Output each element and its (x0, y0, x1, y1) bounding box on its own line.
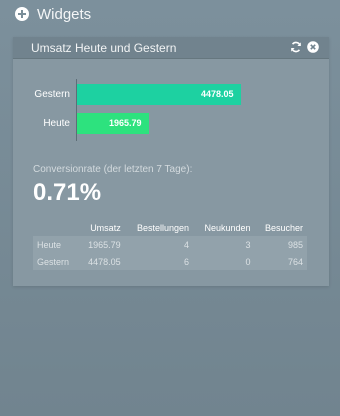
table-cell: 4 (124, 236, 194, 253)
table-header-umsatz: Umsatz (90, 223, 121, 233)
top-bar: Widgets (0, 0, 340, 30)
close-icon[interactable] (307, 41, 319, 53)
table-cell: 1965.79 (78, 236, 125, 253)
table-cell: 985 (254, 236, 307, 253)
table-cell: 764 (254, 253, 307, 270)
bar-label-heute: Heute (43, 118, 70, 129)
table-cell: 3 (193, 236, 255, 253)
table-cell: 4478.05 (78, 253, 125, 270)
bar-value-gestern: 4478.05 (201, 89, 234, 99)
table-row: Heute 1965.79 4 3 985 (33, 236, 307, 253)
table-cell: 0 (193, 253, 255, 270)
table-header-neukunden: Neukunden (204, 223, 251, 233)
refresh-icon[interactable] (290, 41, 302, 53)
widget-header[interactable]: Umsatz Heute und Gestern (13, 37, 329, 59)
conversion-value: 0.71% (33, 179, 102, 206)
plus-circle-icon[interactable] (15, 7, 29, 21)
table-header-bestellungen: Bestellungen (137, 223, 190, 233)
sales-widget: Umsatz Heute und Gestern Gestern Heute 4… (13, 37, 329, 286)
table-cell: 6 (124, 253, 194, 270)
table-cell: Heute (33, 236, 79, 253)
bar-label-gestern: Gestern (34, 89, 70, 100)
table-header-row: Umsatz Bestellungen Neukunden Besucher (33, 220, 307, 236)
widget-title: Umsatz Heute und Gestern (31, 41, 177, 55)
bar-value-heute: 1965.79 (109, 118, 142, 128)
conversion-label: Conversionrate (der letzten 7 Tage): (33, 164, 193, 175)
table-cell: Gestern (33, 253, 79, 270)
table-header-besucher: Besucher (264, 223, 303, 233)
page-title: Widgets (37, 6, 92, 23)
table-header (33, 220, 79, 236)
stats-table: Umsatz Bestellungen Neukunden Besucher H… (33, 220, 307, 270)
table-row: Gestern 4478.05 6 0 764 (33, 253, 307, 270)
